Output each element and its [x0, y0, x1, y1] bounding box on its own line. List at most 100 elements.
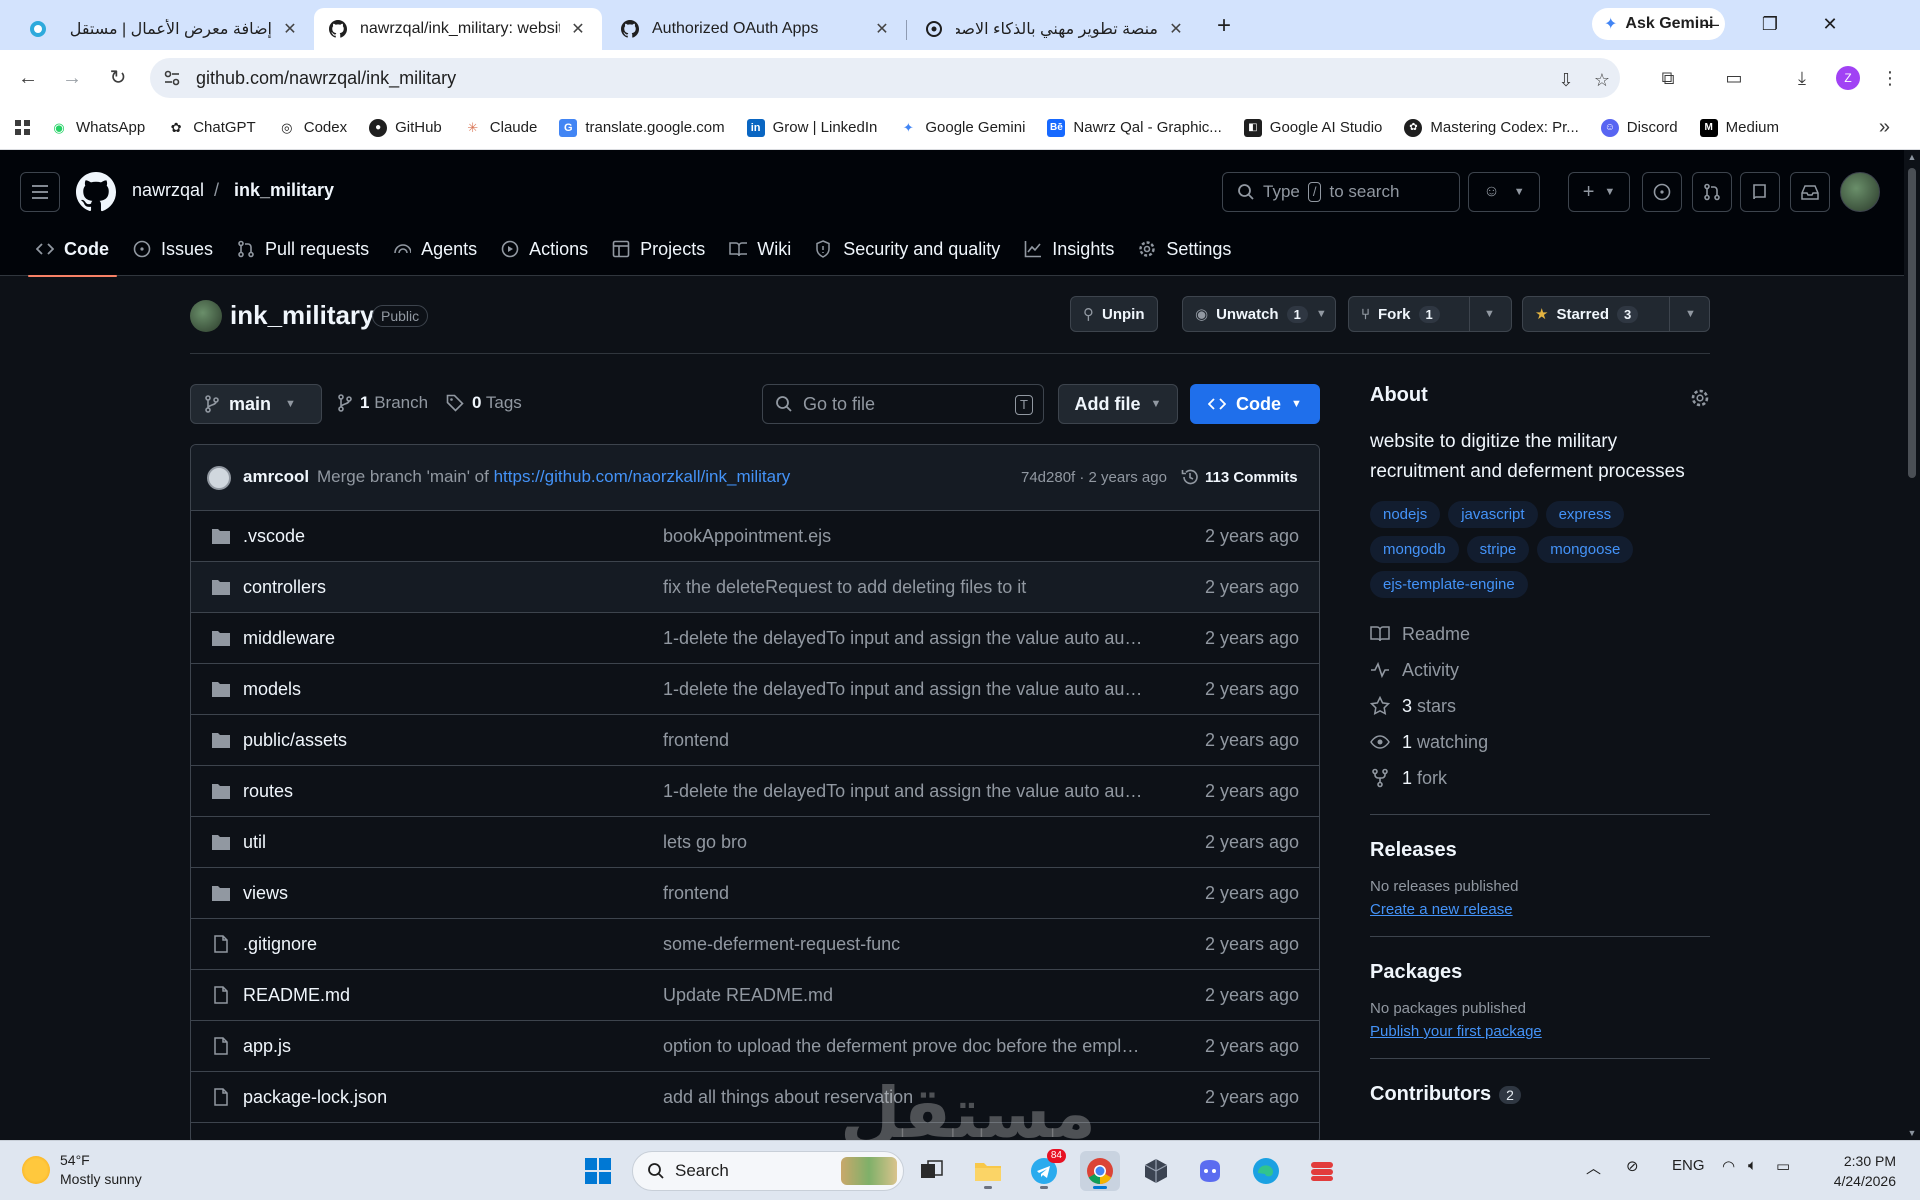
publish-package-link[interactable]: Publish your first package: [1370, 1023, 1710, 1040]
file-name[interactable]: middleware: [243, 628, 335, 649]
reload-button[interactable]: ↻: [104, 64, 132, 92]
inbox-button[interactable]: [1790, 172, 1830, 212]
gear-icon[interactable]: [1690, 388, 1710, 408]
create-release-link[interactable]: Create a new release: [1370, 901, 1710, 918]
copilot-button[interactable]: ☺ ▼: [1468, 172, 1540, 212]
topic-tag[interactable]: stripe: [1466, 536, 1530, 563]
file-row[interactable]: README.md Update README.md 2 years ago: [191, 970, 1319, 1021]
site-info-icon[interactable]: [162, 68, 182, 88]
file-commit-message[interactable]: 1-delete the delayedTo input and assign …: [663, 679, 1143, 700]
tab-oauth-apps[interactable]: Authorized OAuth Apps ✕: [606, 8, 906, 50]
file-commit-message[interactable]: 1-delete the delayedTo input and assign …: [663, 781, 1143, 802]
fork-button[interactable]: ⑂ Fork 1 ▼: [1348, 296, 1512, 332]
packages-heading[interactable]: Packages: [1370, 961, 1710, 984]
watchers-link[interactable]: 1 watching: [1370, 724, 1710, 760]
volume-icon[interactable]: 🔈︎: [1748, 1157, 1757, 1174]
file-name[interactable]: controllers: [243, 577, 326, 598]
file-row[interactable]: views frontend 2 years ago: [191, 868, 1319, 919]
extensions-icon[interactable]: ⧉: [1654, 64, 1682, 92]
maximize-button[interactable]: ❐: [1740, 8, 1800, 40]
file-name[interactable]: public/assets: [243, 730, 347, 751]
file-name[interactable]: models: [243, 679, 301, 700]
bookmark-behance[interactable]: Bē Nawrz Qal - Graphic...: [1047, 118, 1222, 137]
topic-tag[interactable]: mongodb: [1370, 536, 1459, 563]
more-bookmarks-icon[interactable]: »: [1879, 116, 1890, 139]
bookmark-translate[interactable]: Gtranslate.google.com: [559, 118, 725, 137]
scrollbar-thumb[interactable]: [1908, 168, 1916, 478]
tab-projects[interactable]: Projects: [600, 222, 717, 276]
pull-requests-button[interactable]: [1692, 172, 1732, 212]
github-logo-icon[interactable]: [76, 172, 117, 217]
telegram-icon[interactable]: 84: [1024, 1149, 1066, 1191]
issues-button[interactable]: [1642, 172, 1682, 212]
tab-settings[interactable]: Settings: [1126, 222, 1243, 276]
language-indicator[interactable]: ENG: [1672, 1157, 1705, 1174]
go-to-file-input[interactable]: Go to file T: [762, 384, 1044, 424]
breadcrumb-owner[interactable]: nawrzqal: [132, 180, 204, 201]
commit-author-avatar[interactable]: [207, 466, 231, 490]
topic-tag[interactable]: mongoose: [1537, 536, 1634, 563]
file-row[interactable]: controllers fix the deleteRequest to add …: [191, 562, 1319, 613]
apps-grid-icon[interactable]: [14, 119, 32, 137]
tab-insights[interactable]: Insights: [1012, 222, 1126, 276]
profile-avatar[interactable]: Z: [1836, 66, 1860, 90]
repositories-button[interactable]: [1740, 172, 1780, 212]
file-name[interactable]: README.md: [243, 985, 350, 1006]
file-commit-message[interactable]: fix the deleteRequest to add deleting fi…: [663, 577, 1143, 598]
hamburger-menu-button[interactable]: [20, 172, 60, 212]
unwatch-button[interactable]: ◉ Unwatch 1 ▼: [1182, 296, 1336, 332]
commit-author[interactable]: amrcool: [243, 467, 309, 487]
user-avatar[interactable]: [1840, 172, 1880, 212]
branch-selector[interactable]: main ▼: [190, 384, 322, 424]
scroll-down-icon[interactable]: ▼: [1907, 1128, 1917, 1138]
system-clock[interactable]: 2:30 PM 4/24/2026: [1800, 1151, 1896, 1191]
file-row[interactable]: .gitignore some-deferment-request-func 2 y…: [191, 919, 1319, 970]
tab-actions[interactable]: Actions: [489, 222, 600, 276]
bookmark-ai-studio[interactable]: ◧ Google AI Studio: [1243, 118, 1382, 137]
tab-issues[interactable]: Issues: [121, 222, 225, 276]
search-input[interactable]: Type / to search: [1222, 172, 1460, 212]
wifi-icon[interactable]: ◠: [1722, 1157, 1735, 1175]
bookmark-github[interactable]: ● GitHub: [369, 118, 442, 137]
tab-search-icon[interactable]: ▭: [1720, 64, 1748, 92]
bookmark-star-icon[interactable]: ☆: [1590, 68, 1614, 92]
file-row[interactable]: public/assets frontend 2 years ago: [191, 715, 1319, 766]
tags-link[interactable]: 0 Tags: [446, 393, 522, 413]
close-icon[interactable]: ✕: [1166, 19, 1186, 39]
install-app-icon[interactable]: ⇩: [1554, 68, 1578, 92]
branches-link[interactable]: 1 Branch: [338, 393, 428, 413]
file-commit-message[interactable]: frontend: [663, 883, 1143, 904]
file-commit-message[interactable]: 1-delete the delayedTo input and assign …: [663, 628, 1143, 649]
unpin-button[interactable]: ⚲ Unpin: [1070, 296, 1158, 332]
file-name[interactable]: routes: [243, 781, 293, 802]
file-row[interactable]: app.js option to upload the deferment pro…: [191, 1021, 1319, 1072]
repo-title[interactable]: ink_military: [230, 300, 375, 331]
file-commit-message[interactable]: lets go bro: [663, 832, 1143, 853]
file-commit-message[interactable]: option to upload the deferment prove doc…: [663, 1036, 1143, 1057]
new-tab-button[interactable]: +: [1210, 12, 1238, 40]
releases-heading[interactable]: Releases: [1370, 839, 1710, 862]
topic-tag[interactable]: nodejs: [1370, 501, 1441, 528]
tab-security[interactable]: Security and quality: [803, 222, 1012, 276]
starred-button[interactable]: ★ Starred 3 ▼: [1522, 296, 1710, 332]
file-row[interactable]: routes 1-delete the delayedTo input and a…: [191, 766, 1319, 817]
anydesk-icon[interactable]: [1302, 1151, 1342, 1191]
breadcrumb-repo[interactable]: ink_military: [234, 180, 334, 201]
commit-message-link[interactable]: https://github.com/naorzkall/ink_militar…: [494, 467, 791, 486]
file-commit-message[interactable]: bookAppointment.ejs: [663, 526, 1143, 547]
stars-link[interactable]: 3 stars: [1370, 688, 1710, 724]
weather-widget[interactable]: 54°F Mostly sunny: [22, 1151, 142, 1189]
tab-github-repo[interactable]: nawrzqal/ink_military: website t ✕: [314, 8, 602, 50]
add-file-button[interactable]: Add file ▼: [1058, 384, 1178, 424]
readme-link[interactable]: Readme: [1370, 616, 1710, 652]
close-icon[interactable]: ✕: [872, 19, 892, 39]
minimize-button[interactable]: —: [1680, 8, 1740, 40]
file-name[interactable]: .gitignore: [243, 934, 317, 955]
chrome-menu-icon[interactable]: ⋮: [1876, 64, 1904, 92]
file-row[interactable]: .vscode bookAppointment.ejs 2 years ago: [191, 511, 1319, 562]
topic-tag[interactable]: ejs-template-engine: [1370, 571, 1528, 598]
bookmark-linkedin[interactable]: in Grow | LinkedIn: [746, 118, 877, 137]
bookmark-codex[interactable]: ◎ Codex: [278, 119, 347, 137]
file-row[interactable]: util lets go bro 2 years ago: [191, 817, 1319, 868]
tab-pull-requests[interactable]: Pull requests: [225, 222, 381, 276]
